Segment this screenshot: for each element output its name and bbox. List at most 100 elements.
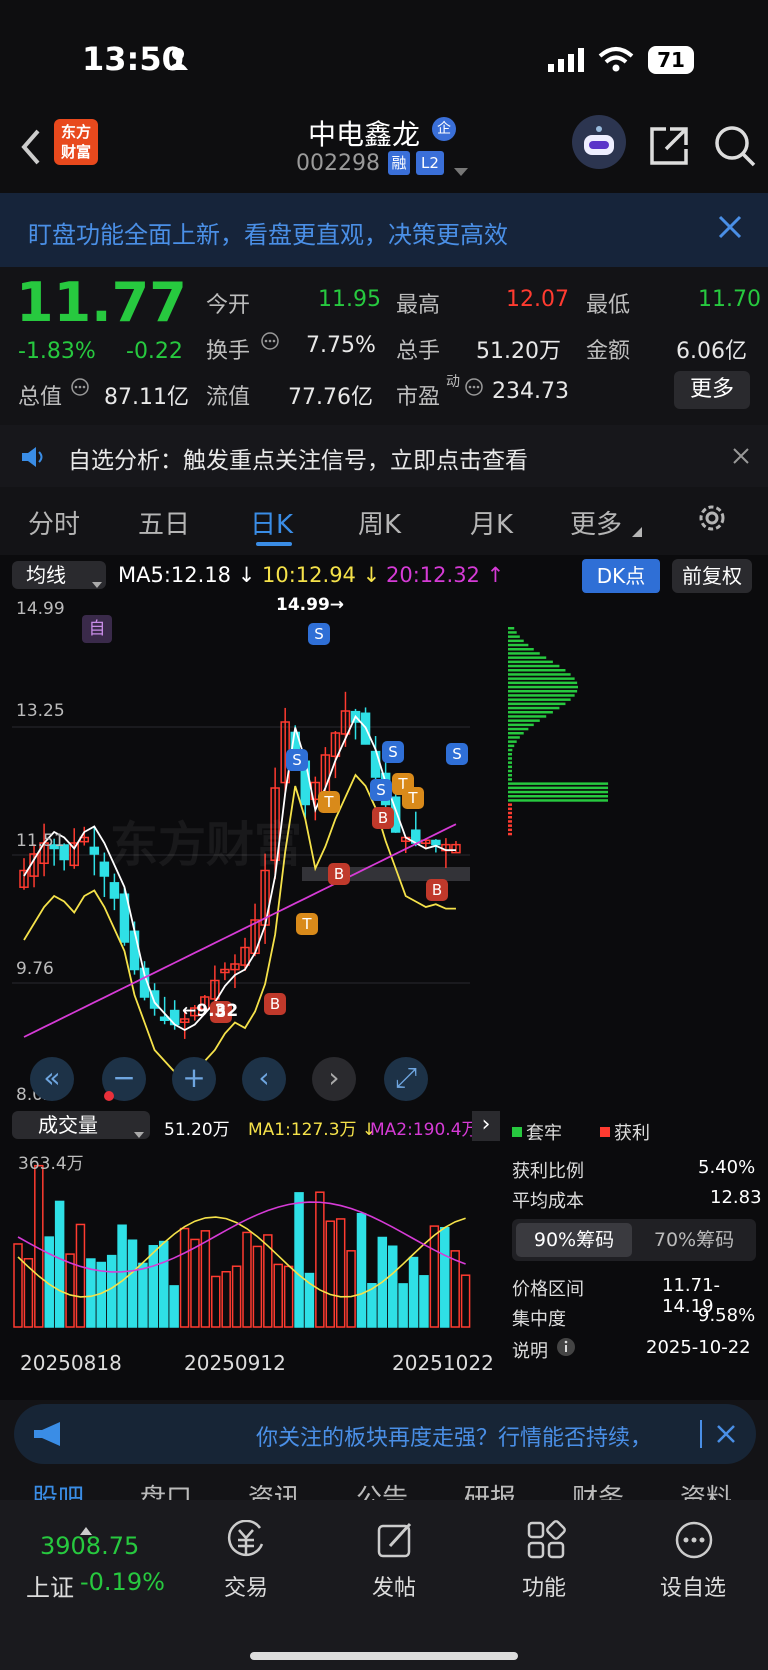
chip-bar [508,706,560,710]
range-label: 价格区间 [512,1279,584,1300]
chip-bar [508,677,575,680]
tab-profile[interactable]: 资料 [680,1478,732,1500]
post-label[interactable]: 发帖 [372,1570,416,1602]
volume-selector[interactable]: 成交量 [12,1111,150,1139]
chip-bar [508,765,512,769]
svg-text:S: S [388,743,398,761]
chip-bar [508,635,520,638]
more-dots-icon[interactable] [674,1520,714,1564]
tab-minute[interactable]: 分时 [28,504,80,541]
chip-bar [508,828,512,832]
index-value[interactable]: 3908.75 [40,1532,139,1560]
sub-tabs: 股吧 盘口 资讯 公告 研报 财务 资料 [0,1470,768,1500]
tab-chip-90[interactable]: 90%筹码 [516,1223,632,1257]
chip-bar [508,652,540,655]
app-logo: 东方 财富 [54,119,98,165]
back-icon[interactable] [18,127,42,171]
notice-banner[interactable]: 盯盘功能全面上新，看盘更直观，决策更高效 [0,193,768,267]
tab-guba[interactable]: 股吧 [32,1478,84,1500]
chip-bar [508,740,517,743]
close-icon[interactable] [718,215,742,243]
analysis-banner[interactable]: 自选分析：触发重点关注信号，立即点击查看 [0,425,768,487]
info-icon[interactable] [260,331,280,355]
info-icon[interactable] [556,1337,576,1361]
chip-bar [508,732,524,735]
tab-news[interactable]: 资讯 [248,1478,300,1500]
tab-announce[interactable]: 公告 [356,1478,408,1500]
tab-daily-k[interactable]: 日K [250,504,293,541]
svg-text:S: S [376,781,386,799]
tab-five-day[interactable]: 五日 [138,504,190,541]
bottom-bar: 3908.75 上证 -0.19% 交易 发帖 功能 设自选 [0,1500,768,1670]
l2-tag[interactable]: L2 [416,151,444,175]
news-banner[interactable]: 你关注的板块再度走强？行情能否持续， [14,1404,756,1464]
amount-value: 6.06亿 [676,339,747,364]
turnover-label: 换手 [206,339,251,364]
tab-monthly-k[interactable]: 月K [470,504,513,541]
volume-bar [158,1240,169,1328]
trade-label[interactable]: 交易 [224,1570,268,1602]
divider [700,1420,702,1448]
enterprise-badge: 企 [432,117,456,141]
dropdown-icon[interactable] [454,161,468,180]
margin-tag: 融 [388,151,410,175]
vol-ma2: MA2:190.4万 [370,1120,479,1140]
volume-bar [54,1200,65,1328]
vol-ma1: MA1:127.3万 ↓ [248,1120,377,1140]
volume-bar [408,1256,419,1328]
stock-code: 002298 [296,151,380,176]
chevron-down-icon [632,522,642,541]
signal-badge: T [296,913,318,935]
chip-bar [508,820,512,823]
close-icon[interactable] [716,1424,736,1448]
chip-bar [508,690,578,693]
tab-weekly-k[interactable]: 周K [358,504,401,541]
share-icon[interactable] [648,125,690,171]
more-button[interactable]: 更多 [674,371,750,409]
svg-text:S: S [314,625,324,643]
adjust-button[interactable]: 前复权 [672,559,752,593]
fullscreen-icon[interactable]: ⤢ [384,1057,428,1101]
func-label[interactable]: 功能 [522,1570,566,1602]
post-icon[interactable] [376,1520,416,1564]
kline-chart-area[interactable]: 均线 MA5:12.18 ↓ 10:12.94 ↓ 20:12.32 ↑ DK点… [0,555,768,1400]
chip-bar [508,832,512,836]
mktcap-label: 总值 [18,385,63,410]
svg-text:B: B [334,865,344,883]
grid-icon[interactable] [526,1520,566,1564]
volume-value: 51.20万 [164,1120,230,1140]
low-label: 最低 [586,293,631,318]
tab-chip-70[interactable]: 70%筹码 [636,1223,752,1257]
chip-bar [508,664,560,668]
index-change: -0.19% [80,1568,165,1596]
info-icon[interactable] [70,377,90,401]
tab-pankou[interactable]: 盘口 [140,1478,192,1500]
date-tick: 20251022 [392,1351,494,1375]
info-icon[interactable] [464,377,484,401]
robot-avatar[interactable] [572,115,626,169]
gear-icon[interactable] [696,502,728,538]
chip-bar [508,795,609,798]
chevron-left-icon[interactable]: ‹ [242,1057,286,1101]
open-value: 11.95 [318,287,381,312]
search-icon[interactable] [714,125,758,173]
dk-button[interactable]: DK点 [582,559,660,593]
tab-research[interactable]: 研报 [464,1478,516,1500]
signal-badge: T [402,787,424,809]
collapse-left-icon[interactable]: « [30,1057,74,1101]
zoom-in-icon[interactable]: + [172,1057,216,1101]
expand-arrow-icon[interactable]: › [472,1111,500,1141]
trade-icon[interactable] [224,1519,268,1564]
volume-bar [440,1226,450,1328]
signal-badge: S [286,749,308,771]
pe-label: 市盈 [396,385,441,410]
watch-label[interactable]: 设自选 [660,1570,726,1602]
tab-more[interactable]: 更多 [570,504,622,541]
signal-badge: B [426,879,448,901]
period-tabs: 分时 五日 日K 周K 月K 更多 [0,490,768,548]
svg-text:B: B [270,995,280,1013]
close-icon[interactable] [732,447,750,469]
tab-finance[interactable]: 财务 [572,1478,624,1500]
chevron-right-icon[interactable]: › [312,1057,356,1101]
chip-bar [508,807,512,811]
